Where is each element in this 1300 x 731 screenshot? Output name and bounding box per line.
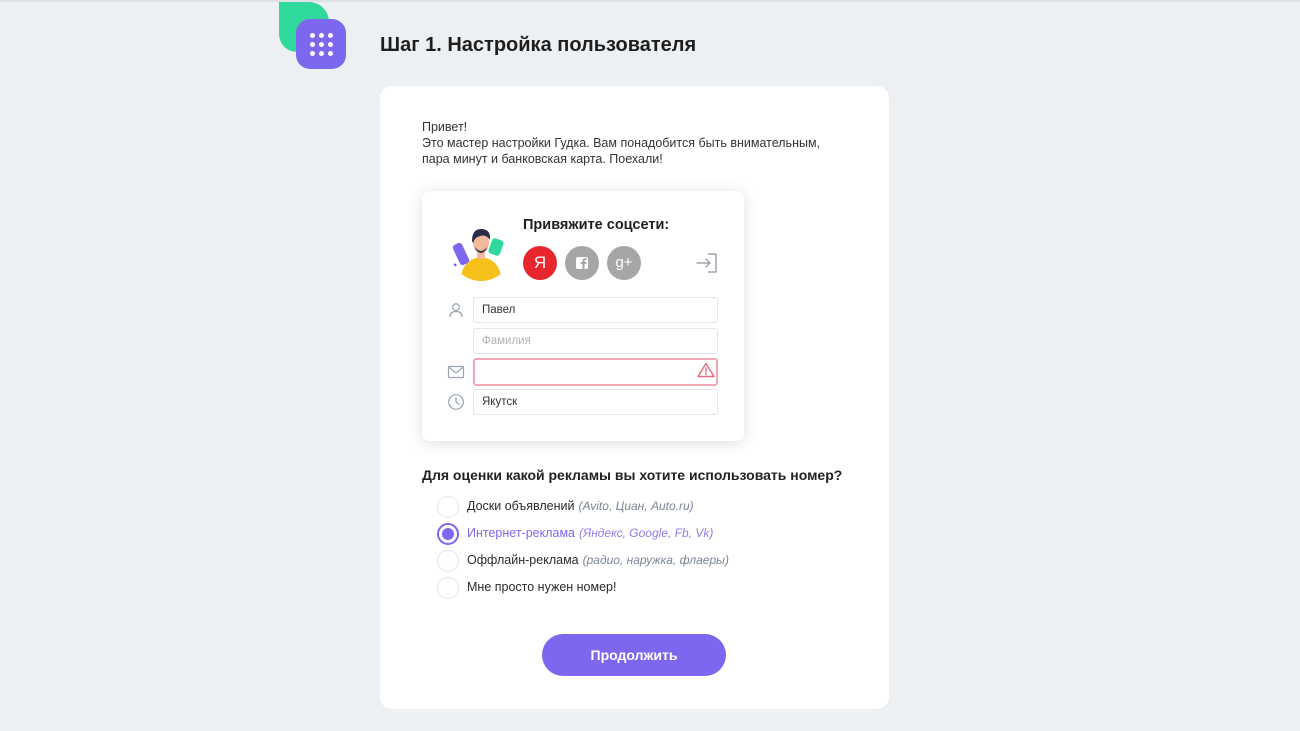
radio-just-number[interactable] bbox=[437, 577, 459, 599]
email-field[interactable] bbox=[473, 358, 718, 386]
ad-type-question: Для оценки какой рекламы вы хотите испол… bbox=[422, 467, 843, 483]
top-divider bbox=[0, 0, 1300, 2]
yandex-login-button[interactable]: Я bbox=[523, 246, 557, 280]
intro-text: Привет! Это мастер настройки Гудка. Вам … bbox=[422, 119, 820, 167]
facebook-icon bbox=[576, 257, 588, 269]
first-name-field[interactable] bbox=[473, 297, 718, 323]
option-note: (Avito, Циан, Auto.ru) bbox=[578, 499, 694, 513]
setup-card: Привет! Это мастер настройки Гудка. Вам … bbox=[380, 86, 889, 709]
intro-line-3: пара минут и банковская карта. Поехали! bbox=[422, 152, 663, 166]
radio-internet-ads[interactable] bbox=[437, 523, 459, 545]
google-plus-icon: g+ bbox=[615, 254, 633, 271]
intro-line-2: Это мастер настройки Гудка. Вам понадоби… bbox=[422, 136, 821, 150]
timezone-field[interactable] bbox=[473, 389, 718, 415]
google-plus-login-button[interactable]: g+ bbox=[607, 246, 641, 280]
social-title: Привяжите соцсети: bbox=[523, 217, 670, 233]
profile-card: Привяжите соцсети: Я g+ bbox=[422, 191, 744, 441]
clock-icon bbox=[448, 394, 464, 410]
warning-icon bbox=[697, 362, 715, 378]
login-arrow-icon[interactable] bbox=[695, 252, 719, 274]
yandex-icon: Я bbox=[533, 253, 547, 272]
radio-offline-ads[interactable] bbox=[437, 550, 459, 572]
option-label: Интернет-реклама (Яндекс, Google, Fb, Vk) bbox=[467, 526, 714, 540]
option-label: Доски объявлений (Avito, Циан, Auto.ru) bbox=[467, 499, 694, 513]
radio-boards[interactable] bbox=[437, 496, 459, 518]
facebook-login-button[interactable] bbox=[565, 246, 599, 280]
page-title: Шаг 1. Настройка пользователя bbox=[380, 34, 697, 56]
intro-greeting: Привет! bbox=[422, 120, 468, 134]
continue-button[interactable]: Продолжить bbox=[542, 634, 726, 676]
option-note: (радио, наружка, флаеры) bbox=[582, 553, 729, 567]
apps-grid-icon[interactable] bbox=[296, 19, 346, 69]
option-label: Мне просто нужен номер! bbox=[467, 580, 617, 594]
mail-icon bbox=[447, 365, 465, 379]
option-note: (Яндекс, Google, Fb, Vk) bbox=[579, 526, 714, 540]
app-logo[interactable] bbox=[279, 2, 349, 72]
option-label: Оффлайн-реклама (радио, наружка, флаеры) bbox=[467, 553, 729, 567]
user-icon bbox=[449, 303, 463, 318]
last-name-field[interactable] bbox=[473, 328, 718, 354]
avatar bbox=[450, 219, 512, 281]
